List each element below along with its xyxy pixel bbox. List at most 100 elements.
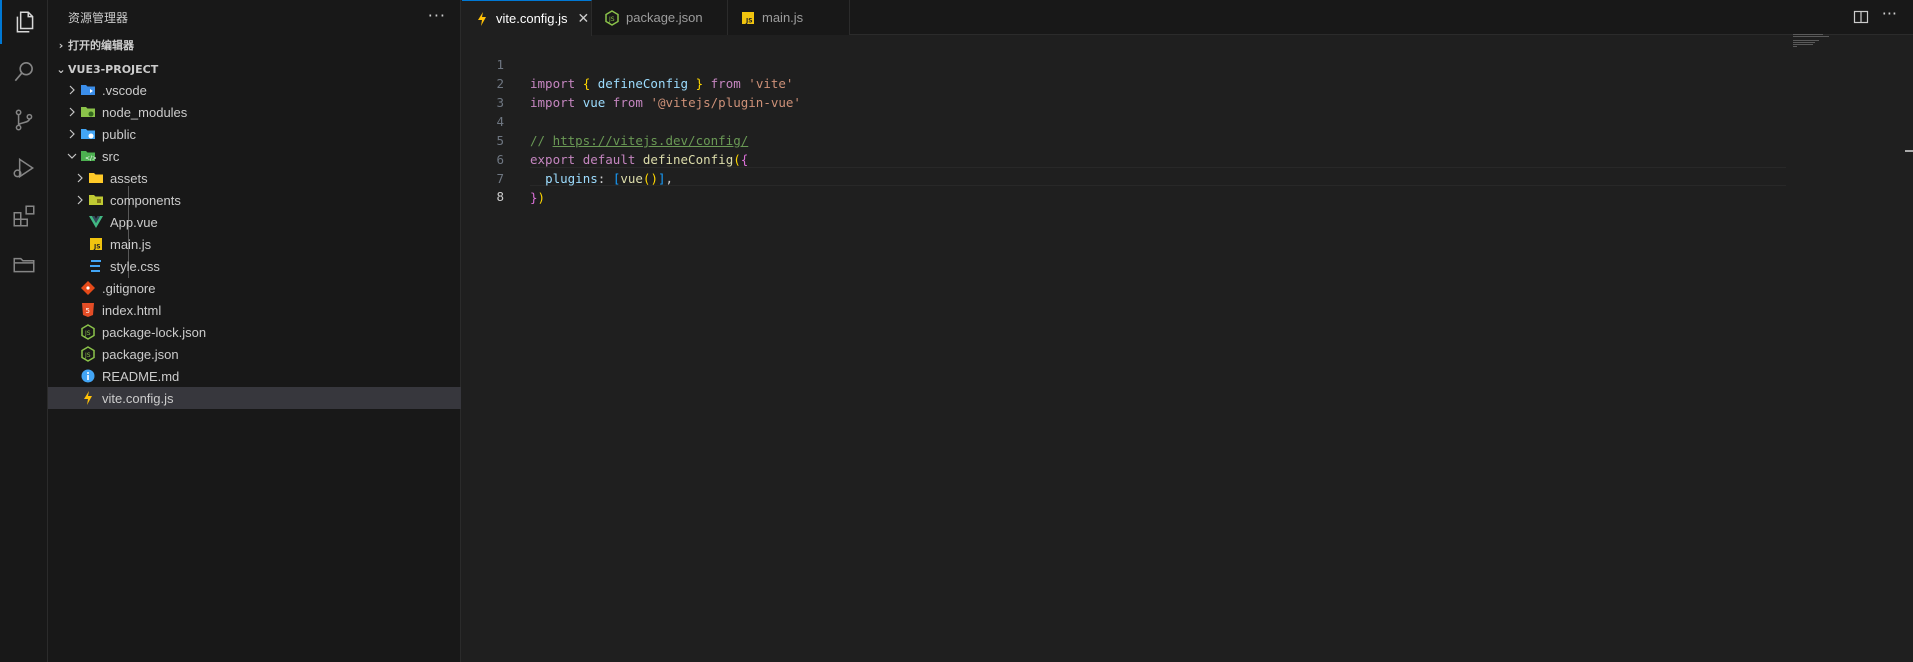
public-folder-icon <box>80 126 96 142</box>
explorer-more-button[interactable]: ··· <box>428 6 446 25</box>
vscode-folder-icon <box>80 82 96 98</box>
tree-item-public[interactable]: public <box>48 123 461 145</box>
svg-text:JS: JS <box>84 330 91 337</box>
editor-more-button[interactable]: ··· <box>1882 4 1897 23</box>
tree-item-label: main.js <box>110 236 152 252</box>
code-line: 1 import { defineConfig } from 'vite' <box>462 36 1786 91</box>
svg-text:JS: JS <box>84 352 91 359</box>
tree-item-label: vite.config.js <box>102 390 174 406</box>
info-icon <box>80 368 96 384</box>
chevron-right-icon: › <box>58 38 64 52</box>
tree-item-style-css[interactable]: style.css <box>48 255 461 277</box>
tree-item-components[interactable]: components <box>48 189 461 211</box>
open-editors-section[interactable]: › 打开的编辑器 <box>48 34 461 56</box>
extensions-icon[interactable] <box>0 194 48 238</box>
tab-main-js[interactable]: JS main.js <box>728 0 850 35</box>
chevron-right-icon <box>72 170 88 186</box>
node-folder-icon <box>80 104 96 120</box>
tree-item-readme-md[interactable]: README.md <box>48 365 461 387</box>
tree-item-label: components <box>110 192 181 208</box>
tree-item-label: public <box>102 126 136 142</box>
code-line: 2 import vue from '@vitejs/plugin-vue' <box>462 55 1786 110</box>
project-label: VUE3-PROJECT <box>68 62 159 76</box>
src-folder-icon: </> <box>80 148 96 164</box>
nodejs-icon: JS <box>80 346 96 362</box>
code-line: 6 plugins: [vue()], <box>462 131 1786 186</box>
tree-item-label: .gitignore <box>102 280 156 296</box>
tab-package-json[interactable]: JS package.json <box>592 0 728 35</box>
tree-item-app-vue[interactable]: App.vue <box>48 211 461 233</box>
chevron-right-icon <box>64 104 80 120</box>
split-editor-icon[interactable] <box>1853 9 1869 25</box>
js-icon: JS <box>88 236 104 252</box>
code-line: 7 }) <box>462 150 1786 205</box>
components-folder-icon <box>88 192 104 208</box>
chevron-right-icon <box>64 126 80 142</box>
tree-item-main-js[interactable]: JS main.js <box>48 233 461 255</box>
css-icon <box>88 258 104 274</box>
svg-text:JS: JS <box>93 244 101 251</box>
vue-icon <box>88 214 104 230</box>
chevron-down-icon: ⌄ <box>56 62 66 76</box>
tree-item-assets[interactable]: assets <box>48 167 461 189</box>
code-line: 3 <box>462 74 1786 110</box>
project-section[interactable]: ⌄ VUE3-PROJECT <box>48 58 461 80</box>
minimap[interactable] <box>1793 34 1833 48</box>
svg-text:5: 5 <box>86 307 90 315</box>
tree-item-node-modules[interactable]: node_modules <box>48 101 461 123</box>
code-editor[interactable]: 1 import { defineConfig } from 'vite' 2 … <box>462 34 1913 662</box>
folder-manager-icon[interactable] <box>0 242 48 286</box>
code-token: } <box>530 190 538 205</box>
chevron-down-icon <box>64 148 80 164</box>
js-icon: JS <box>740 10 756 26</box>
code-token: ) <box>537 190 546 205</box>
code-line: 4 // https://vitejs.dev/config/ <box>462 93 1786 148</box>
explorer-icon[interactable] <box>0 0 48 44</box>
tree-item-label: README.md <box>102 368 180 384</box>
scrollbar-marker[interactable] <box>1905 150 1913 152</box>
activity-bar <box>0 0 48 662</box>
explorer-title-text: 资源管理器 <box>68 10 129 25</box>
close-icon[interactable]: ✕ <box>578 10 590 27</box>
svg-text:</>: </> <box>85 155 96 162</box>
chevron-right-icon <box>72 192 88 208</box>
tree-item-label: App.vue <box>110 214 158 230</box>
vite-icon <box>474 11 490 27</box>
tree-item-label: node_modules <box>102 104 188 120</box>
code-line: 5 export default defineConfig({ <box>462 112 1786 167</box>
tab-vite-config-js[interactable]: vite.config.js ✕ <box>462 0 592 36</box>
tree-item-vscode[interactable]: .vscode <box>48 79 461 101</box>
html-icon: 5 <box>80 302 96 318</box>
tree-item-label: assets <box>110 170 148 186</box>
explorer-title: 资源管理器 <box>48 0 461 34</box>
tree-item-label: src <box>102 148 120 164</box>
tab-label: main.js <box>762 10 804 25</box>
code-line: 8 <box>462 168 1786 204</box>
tree-item-package-lock-json[interactable]: JS package-lock.json <box>48 321 461 343</box>
git-icon <box>80 280 96 296</box>
line-number: 8 <box>496 189 504 204</box>
nodejs-icon: JS <box>604 9 620 26</box>
tab-label: vite.config.js <box>496 11 568 26</box>
explorer-sidebar: 资源管理器 ··· › 打开的编辑器 ⌄ VUE3-PROJECT .vscod… <box>48 0 461 662</box>
nodejs-icon: JS <box>80 324 96 340</box>
vite-icon <box>80 390 96 406</box>
search-icon[interactable] <box>0 50 48 94</box>
assets-folder-icon <box>88 170 104 186</box>
open-editors-label: 打开的编辑器 <box>68 39 134 52</box>
tree-item-src[interactable]: </> src <box>48 145 461 167</box>
tree-item-label: index.html <box>102 302 162 318</box>
source-control-icon[interactable] <box>0 98 48 142</box>
tree-item-gitignore[interactable]: .gitignore <box>48 277 461 299</box>
tree-item-label: style.css <box>110 258 160 274</box>
tree-item-label: package.json <box>102 346 179 362</box>
tab-label: package.json <box>626 10 703 25</box>
tree-item-vite-config-js[interactable]: vite.config.js <box>48 387 461 409</box>
run-debug-icon[interactable] <box>0 146 48 190</box>
tree-item-package-json[interactable]: JS package.json <box>48 343 461 365</box>
tree-item-label: .vscode <box>102 82 147 98</box>
svg-text:JS: JS <box>745 17 753 24</box>
tree-item-label: package-lock.json <box>102 324 207 340</box>
tree-item-index-html[interactable]: 5 index.html <box>48 299 461 321</box>
chevron-right-icon <box>64 82 80 98</box>
